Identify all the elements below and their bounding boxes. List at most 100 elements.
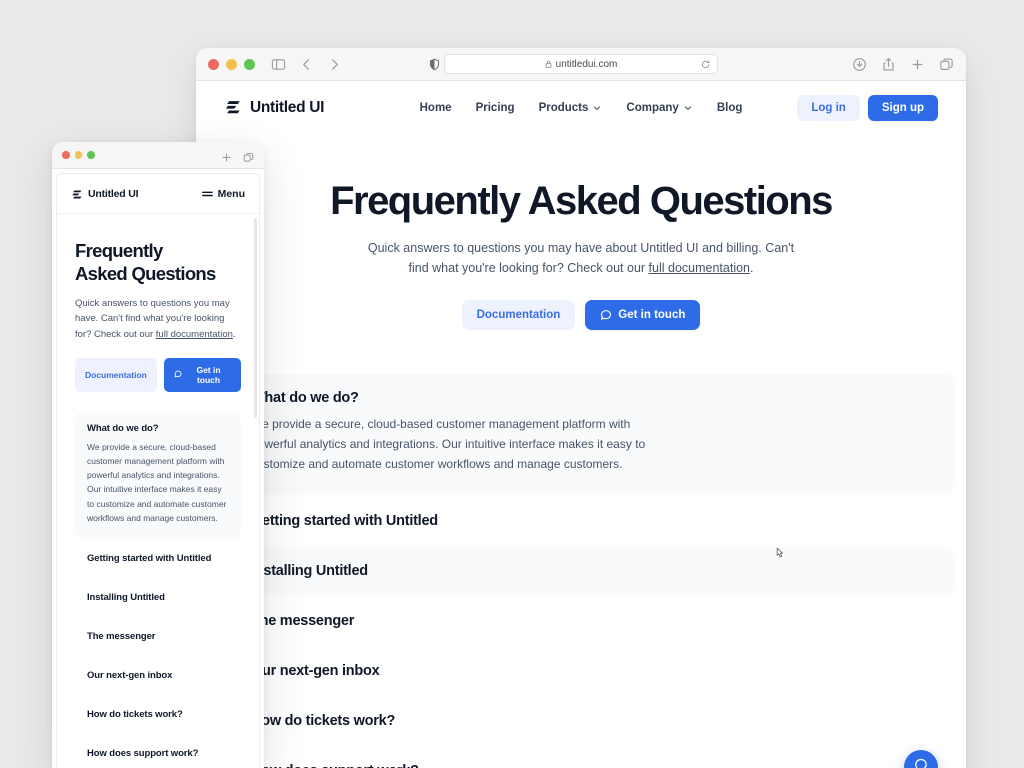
faq-item[interactable]: Installing Untitled [206, 546, 956, 595]
chevron-down-icon [683, 103, 693, 113]
message-icon [174, 370, 182, 379]
url-input[interactable]: untitledui.com [444, 54, 718, 74]
chevron-down-icon [592, 103, 602, 113]
shield-icon[interactable] [428, 58, 441, 71]
get-in-touch-button[interactable]: Get in touch [585, 300, 701, 331]
untitled-ui-logo-icon [71, 188, 83, 200]
login-button[interactable]: Log in [797, 95, 860, 121]
header-actions: Log in Sign up [797, 95, 938, 121]
full-documentation-link[interactable]: full documentation [649, 261, 750, 275]
window-traffic-lights[interactable] [208, 58, 255, 70]
tabs-icon[interactable] [243, 150, 254, 162]
mobile-faq-item[interactable]: The messenger [75, 617, 241, 656]
faq-question-label: The messenger [251, 612, 355, 629]
nav-item-company[interactable]: Company [626, 102, 692, 114]
faq-question-label: Installing Untitled [251, 562, 368, 579]
faq-item[interactable]: The messenger [206, 597, 956, 645]
mobile-faq-item[interactable]: How do tickets work? [75, 695, 241, 734]
nav-item-pricing[interactable]: Pricing [476, 102, 515, 114]
reload-icon[interactable] [701, 59, 710, 69]
mobile-subtitle-period: . [232, 328, 236, 340]
mobile-window-actions [221, 150, 254, 162]
lock-icon [545, 60, 552, 69]
faq-answer-text: We provide a secure, cloud-based custome… [251, 417, 646, 471]
close-window-button[interactable] [208, 58, 219, 70]
mobile-viewport: Untitled UI Menu Frequently Asked Questi… [56, 173, 260, 768]
nav-label: Pricing [475, 102, 515, 114]
message-icon [600, 309, 612, 321]
mobile-faq-question-label[interactable]: The messenger [87, 631, 229, 642]
faq-item[interactable]: How do tickets work? [206, 697, 956, 745]
nav-item-blog[interactable]: Blog [717, 102, 743, 114]
mobile-menu-label: Menu [217, 187, 245, 200]
hero-section: Frequently Asked Questions Quick answers… [196, 135, 966, 331]
faq-question-row[interactable]: How does support work? [224, 763, 934, 768]
hero-subtitle-period: . [750, 261, 754, 276]
mobile-faq-item[interactable]: Installing Untitled [75, 578, 241, 617]
mobile-traffic-lights[interactable] [62, 151, 95, 159]
mobile-brand-logo[interactable]: Untitled UI [71, 188, 138, 200]
nav-item-products[interactable]: Products [539, 102, 603, 114]
back-arrow-icon[interactable] [299, 57, 314, 72]
faq-item[interactable]: Our next-gen inbox [206, 647, 956, 695]
nav-label: Home [419, 102, 452, 114]
faq-item[interactable]: Getting started with Untitled [206, 497, 956, 545]
chat-bubble-icon [913, 757, 929, 768]
mobile-window-chrome [52, 142, 264, 169]
brand-logo[interactable]: Untitled UI [224, 99, 325, 117]
hero-subtitle: Quick answers to questions you may have … [366, 238, 796, 279]
faq-question-row[interactable]: Getting started with Untitled [224, 513, 934, 529]
mobile-documentation-button[interactable]: Documentation [75, 357, 157, 392]
mobile-minimize-window-button[interactable] [74, 151, 82, 159]
faq-question-row[interactable]: Our next-gen inbox [224, 663, 934, 679]
mobile-faq-item[interactable]: How does support work? [75, 734, 241, 768]
faq-item[interactable]: How does support work? [206, 747, 956, 768]
mobile-faq-answer-text: We provide a secure, cloud-based custome… [87, 441, 227, 524]
mobile-faq-question-label[interactable]: Installing Untitled [87, 592, 229, 603]
forward-arrow-icon[interactable] [327, 57, 342, 72]
mobile-maximize-window-button[interactable] [87, 151, 95, 159]
faq-item[interactable]: What do we do? We provide a secure, clou… [206, 374, 956, 495]
mobile-brand-name: Untitled UI [88, 187, 139, 200]
faq-question-label: Our next-gen inbox [251, 662, 380, 679]
browser-toolbar-actions [852, 57, 954, 72]
documentation-button[interactable]: Documentation [461, 300, 576, 331]
sidebar-icon[interactable] [271, 57, 286, 72]
download-icon[interactable] [852, 57, 867, 72]
mobile-get-in-touch-button[interactable]: Get in touch [163, 357, 241, 392]
mobile-faq-question-label[interactable]: How does support work? [87, 748, 229, 759]
minimize-window-button[interactable] [226, 58, 237, 70]
mobile-faq-question-label[interactable]: Our next-gen inbox [87, 670, 229, 681]
url-text: untitledui.com [555, 58, 618, 70]
nav-item-home[interactable]: Home [420, 102, 452, 114]
mobile-menu-button[interactable]: Menu [201, 187, 245, 200]
share-icon[interactable] [881, 57, 896, 72]
mobile-faq-item[interactable]: Our next-gen inbox [75, 656, 241, 695]
faq-question-row[interactable]: How do tickets work? [224, 713, 934, 729]
faq-question-row[interactable]: What do we do? [224, 390, 934, 406]
browser-nav-controls [271, 57, 342, 72]
untitled-ui-logo-icon [224, 99, 242, 117]
tabs-icon[interactable] [939, 57, 954, 72]
maximize-window-button[interactable] [244, 58, 255, 70]
mobile-close-window-button[interactable] [62, 151, 70, 159]
mobile-full-documentation-link[interactable]: full documentation [156, 329, 233, 340]
plus-icon[interactable] [910, 57, 925, 72]
nav-label: Blog [716, 102, 743, 114]
signup-button[interactable]: Sign up [867, 95, 938, 121]
browser-chrome-toolbar: untitledui.com [196, 48, 966, 81]
faq-question-row[interactable]: The messenger [224, 613, 934, 629]
mobile-faq-question-label[interactable]: What do we do? [87, 423, 229, 434]
mobile-scrollbar[interactable] [254, 218, 257, 418]
faq-question-row[interactable]: Installing Untitled [224, 563, 934, 579]
site-header: Untitled UI Home Pricing Products Compan… [196, 81, 966, 135]
mobile-faq-item[interactable]: Getting started with Untitled [75, 539, 241, 578]
plus-icon[interactable] [221, 150, 232, 161]
mobile-faq-question-label[interactable]: Getting started with Untitled [87, 553, 229, 564]
faq-question-label: What do we do? [251, 390, 359, 407]
mobile-faq-question-label[interactable]: How do tickets work? [87, 709, 229, 720]
screenshot-stage: untitledui.com Untitled UI Home Pricing … [0, 0, 1024, 768]
mobile-faq-item[interactable]: What do we do? We provide a secure, clou… [75, 411, 241, 540]
mobile-title-line-1: Frequently [75, 240, 163, 261]
desktop-browser-window: untitledui.com Untitled UI Home Pricing … [196, 48, 966, 768]
